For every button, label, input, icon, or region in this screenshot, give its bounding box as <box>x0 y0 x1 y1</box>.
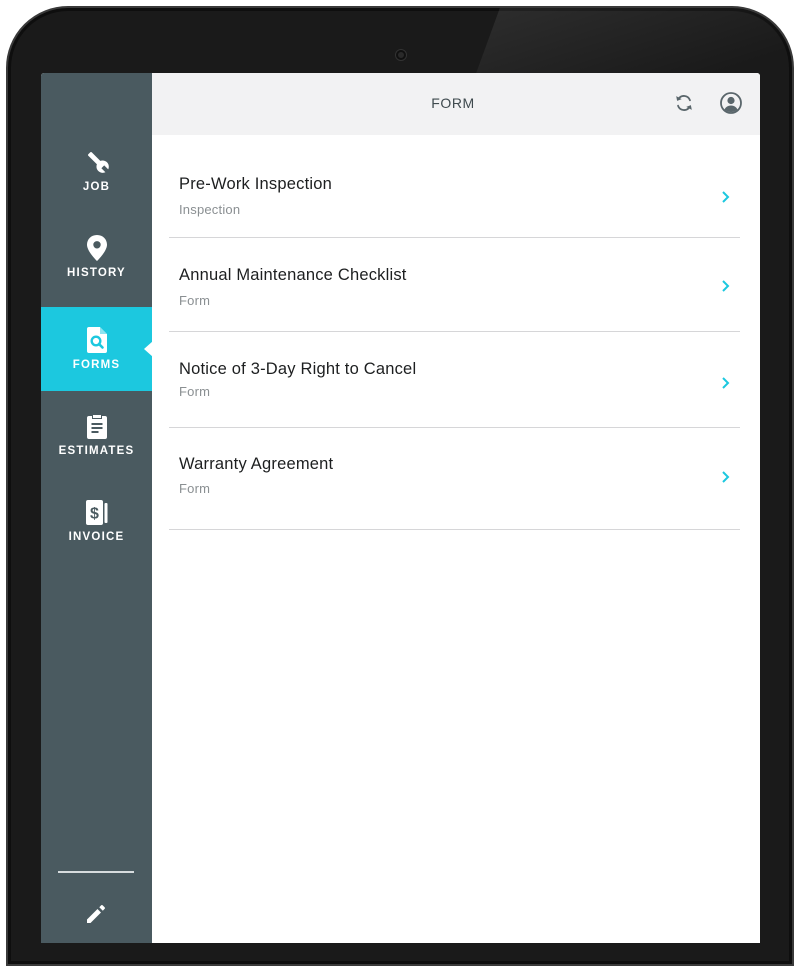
camera-icon <box>396 50 406 60</box>
form-title: Pre-Work Inspection <box>179 175 332 193</box>
clipboard-icon <box>84 413 110 439</box>
sidebar-item-label: INVOICE <box>68 531 125 543</box>
chevron-right-icon <box>722 280 730 292</box>
list-item[interactable]: Annual Maintenance Checklist Form <box>169 238 740 332</box>
form-type: Form <box>179 384 211 399</box>
form-title: Notice of 3-Day Right to Cancel <box>179 360 417 378</box>
sync-button[interactable] <box>671 92 697 118</box>
form-title: Annual Maintenance Checklist <box>179 266 407 284</box>
form-type: Form <box>179 293 211 308</box>
sidebar-nav: JOB HISTORY FORMS ESTIMATES $ INVOICE <box>41 73 153 943</box>
sidebar-item-label: ESTIMATES <box>58 445 135 457</box>
map-pin-icon <box>84 235 110 261</box>
sidebar-item-label: JOB <box>82 181 111 193</box>
page-title: FORM <box>431 95 475 111</box>
user-circle-icon <box>719 91 743 120</box>
sidebar-divider <box>58 871 134 873</box>
form-title: Warranty Agreement <box>179 455 334 473</box>
form-type: Form <box>179 481 211 496</box>
list-item[interactable]: Pre-Work Inspection Inspection <box>169 135 740 238</box>
edit-button[interactable] <box>81 901 111 931</box>
sidebar-item-invoice[interactable]: $ INVOICE <box>41 479 152 563</box>
sidebar-item-history[interactable]: HISTORY <box>41 215 152 299</box>
pencil-icon <box>85 903 107 930</box>
wrench-icon <box>84 149 110 175</box>
app-screen: JOB HISTORY FORMS ESTIMATES $ INVOICE FO… <box>41 73 760 943</box>
document-search-icon <box>84 327 110 353</box>
svg-text:$: $ <box>90 506 99 523</box>
sync-icon <box>673 92 695 119</box>
chevron-right-icon <box>722 191 730 203</box>
profile-button[interactable] <box>718 91 744 120</box>
chevron-right-icon <box>722 377 730 389</box>
sidebar-item-estimates[interactable]: ESTIMATES <box>41 393 152 477</box>
dollar-receipt-icon: $ <box>84 499 110 525</box>
sidebar-item-label: HISTORY <box>67 267 126 279</box>
sidebar-item-label: FORMS <box>72 359 121 371</box>
chevron-right-icon <box>722 471 730 483</box>
form-type: Inspection <box>179 202 241 217</box>
list-item[interactable]: Notice of 3-Day Right to Cancel Form <box>169 332 740 428</box>
top-header: FORM <box>152 73 760 135</box>
sidebar-item-forms[interactable]: FORMS <box>41 307 153 391</box>
list-item[interactable]: Warranty Agreement Form <box>169 428 740 530</box>
sidebar-item-job[interactable]: JOB <box>41 129 152 213</box>
